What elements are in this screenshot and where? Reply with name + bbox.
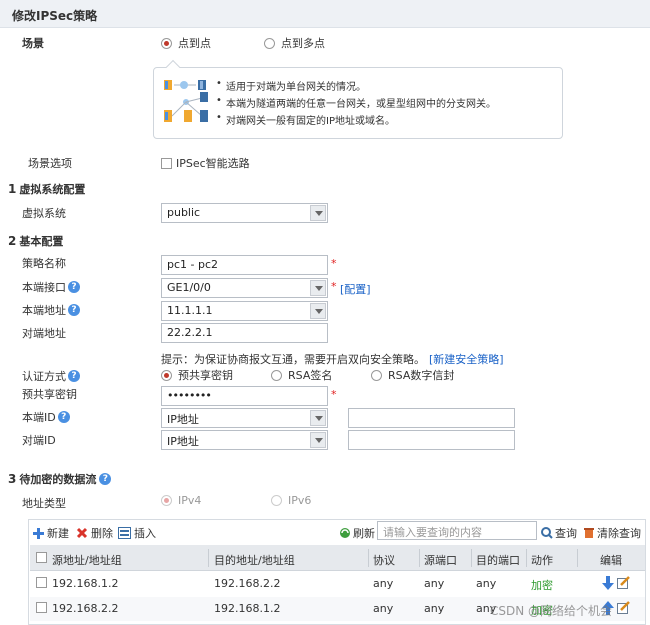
addr-type-ipv4[interactable]: IPv4 — [161, 494, 201, 507]
help-icon[interactable]: ? — [68, 370, 80, 382]
local-id-input[interactable] — [348, 408, 515, 428]
help-icon[interactable]: ? — [57, 411, 70, 423]
policy-name-label: 策略名称 — [22, 257, 66, 270]
local-interface-select[interactable]: GE1/0/0 — [161, 278, 328, 298]
insert-icon — [118, 527, 131, 539]
radio-ipv6[interactable] — [271, 495, 282, 506]
policy-hint: 提示：为保证协商报文互通，需要开启双向安全策略。 [新建安全策略] — [161, 351, 504, 367]
search-icon — [541, 527, 553, 539]
vsys-select[interactable]: public — [161, 203, 328, 223]
chevron-down-icon[interactable] — [310, 303, 326, 319]
chevron-down-icon[interactable] — [310, 205, 326, 221]
scene-option-p2mp[interactable]: 点到多点 — [264, 35, 325, 51]
radio-ipv4[interactable] — [161, 495, 172, 506]
peer-id-label: 对端ID — [22, 434, 56, 447]
local-id-select[interactable]: IP地址 — [161, 408, 328, 428]
refresh-button[interactable]: 刷新 — [339, 525, 375, 541]
col-protocol[interactable]: 协议 — [373, 552, 395, 568]
auth-method-label: 认证方式 ? — [22, 368, 80, 384]
new-security-policy-link[interactable]: [新建安全策略] — [429, 351, 504, 367]
select-all-checkbox[interactable] — [36, 552, 47, 563]
dialog-title: 修改IPSec策略 — [12, 9, 98, 23]
radio-p2mp[interactable] — [264, 37, 275, 49]
row-checkbox[interactable] — [36, 577, 47, 588]
local-address-select[interactable]: 11.1.1.1 — [161, 301, 328, 321]
new-button[interactable]: 新建 — [32, 525, 69, 541]
psk-input[interactable]: •••••••• — [161, 386, 328, 406]
radio-psk[interactable] — [161, 369, 172, 381]
radio-rsa-sig[interactable] — [271, 369, 282, 381]
scene-label: 场景 — [22, 37, 44, 50]
policy-name-input[interactable]: pc1 - pc2 — [161, 255, 328, 275]
help-icon[interactable]: ? — [68, 281, 80, 293]
required-mark: * — [331, 280, 337, 293]
help-icon[interactable]: ? — [99, 473, 112, 485]
scene-option-label: 场景选项 — [28, 157, 72, 170]
move-down-icon[interactable] — [602, 576, 614, 590]
insert-button[interactable]: 插入 — [118, 525, 156, 541]
peer-id-select[interactable]: IP地址 — [161, 430, 328, 450]
clear-icon — [584, 528, 594, 538]
edit-icon[interactable] — [617, 576, 630, 589]
config-link[interactable]: [配置] — [340, 281, 371, 297]
action-encrypt: 加密 — [531, 579, 553, 592]
scene-option-p2p[interactable]: 点到点 — [161, 35, 211, 51]
checkbox[interactable] — [161, 157, 172, 169]
ipsec-smart-route-checkbox[interactable]: IPSec智能选路 — [161, 155, 250, 171]
radio-rsa-env[interactable] — [371, 369, 382, 381]
dialog-title-bar: 修改IPSec策略 — [0, 0, 650, 28]
auth-option-psk[interactable]: 预共享密钥 — [161, 367, 233, 383]
delete-x-icon — [76, 527, 88, 539]
addr-type-ipv6[interactable]: IPv6 — [271, 494, 311, 507]
col-source[interactable]: 源地址/地址组 — [52, 552, 122, 568]
required-mark: * — [331, 257, 337, 270]
tip-line-2: 本端为隧道两端的任意一台网关，或星型组网中的分支网关。 — [216, 95, 496, 110]
refresh-icon — [340, 528, 350, 538]
local-id-label: 本端ID ? — [22, 409, 70, 425]
section-3-heading: 3 待加密的数据流 ? — [8, 471, 112, 487]
peer-address-input[interactable]: 22.2.2.1 — [161, 323, 328, 343]
col-action[interactable]: 动作 — [531, 552, 553, 568]
search-button[interactable]: 查询 — [541, 525, 577, 541]
col-edit[interactable]: 编辑 — [600, 552, 622, 568]
tip-pointer — [165, 59, 181, 75]
section-1-heading: 1 虚拟系统配置 — [8, 182, 86, 196]
chevron-down-icon[interactable] — [310, 280, 326, 296]
help-icon[interactable]: ? — [68, 304, 80, 316]
search-input[interactable]: 请输入要查询的内容 — [377, 521, 537, 540]
tip-line-3: 对端网关一般有固定的IP地址或域名。 — [216, 112, 395, 127]
delete-button[interactable]: 删除 — [76, 525, 113, 541]
auth-option-rsa-sig[interactable]: RSA签名 — [271, 367, 332, 383]
local-address-label: 本端地址 ? — [22, 302, 80, 318]
radio-p2p[interactable] — [161, 37, 172, 49]
col-dst-port[interactable]: 目的端口 — [476, 552, 520, 568]
row-checkbox[interactable] — [36, 602, 47, 613]
col-src-port[interactable]: 源端口 — [424, 552, 457, 568]
table-row[interactable]: 192.168.1.2 192.168.2.2 any any any 加密 — [30, 572, 645, 596]
section-2-heading: 2 基本配置 — [8, 234, 64, 248]
topology-icon — [164, 80, 208, 122]
chevron-down-icon[interactable] — [310, 432, 326, 448]
address-type-label: 地址类型 — [22, 497, 66, 510]
plus-icon — [33, 528, 44, 539]
vsys-label: 虚拟系统 — [22, 207, 66, 220]
watermark: CSDN @网络给个机会 — [490, 604, 613, 618]
chevron-down-icon[interactable] — [310, 410, 326, 426]
auth-option-rsa-env[interactable]: RSA数字信封 — [371, 367, 454, 383]
peer-address-label: 对端地址 — [22, 327, 66, 340]
col-destination[interactable]: 目的地址/地址组 — [214, 552, 295, 568]
tip-line-1: 适用于对端为单台网关的情况。 — [216, 78, 366, 93]
peer-id-input[interactable] — [348, 430, 515, 450]
clear-search-button[interactable]: 清除查询 — [583, 525, 641, 541]
scene-tip-box: 适用于对端为单台网关的情况。 本端为隧道两端的任意一台网关，或星型组网中的分支网… — [153, 59, 563, 139]
required-mark: * — [331, 388, 337, 401]
edit-icon[interactable] — [617, 601, 630, 614]
local-interface-label: 本端接口 ? — [22, 279, 80, 295]
psk-label: 预共享密钥 — [22, 388, 77, 401]
grid-header: 源地址/地址组 目的地址/地址组 协议 源端口 目的端口 动作 编辑 — [30, 545, 645, 571]
